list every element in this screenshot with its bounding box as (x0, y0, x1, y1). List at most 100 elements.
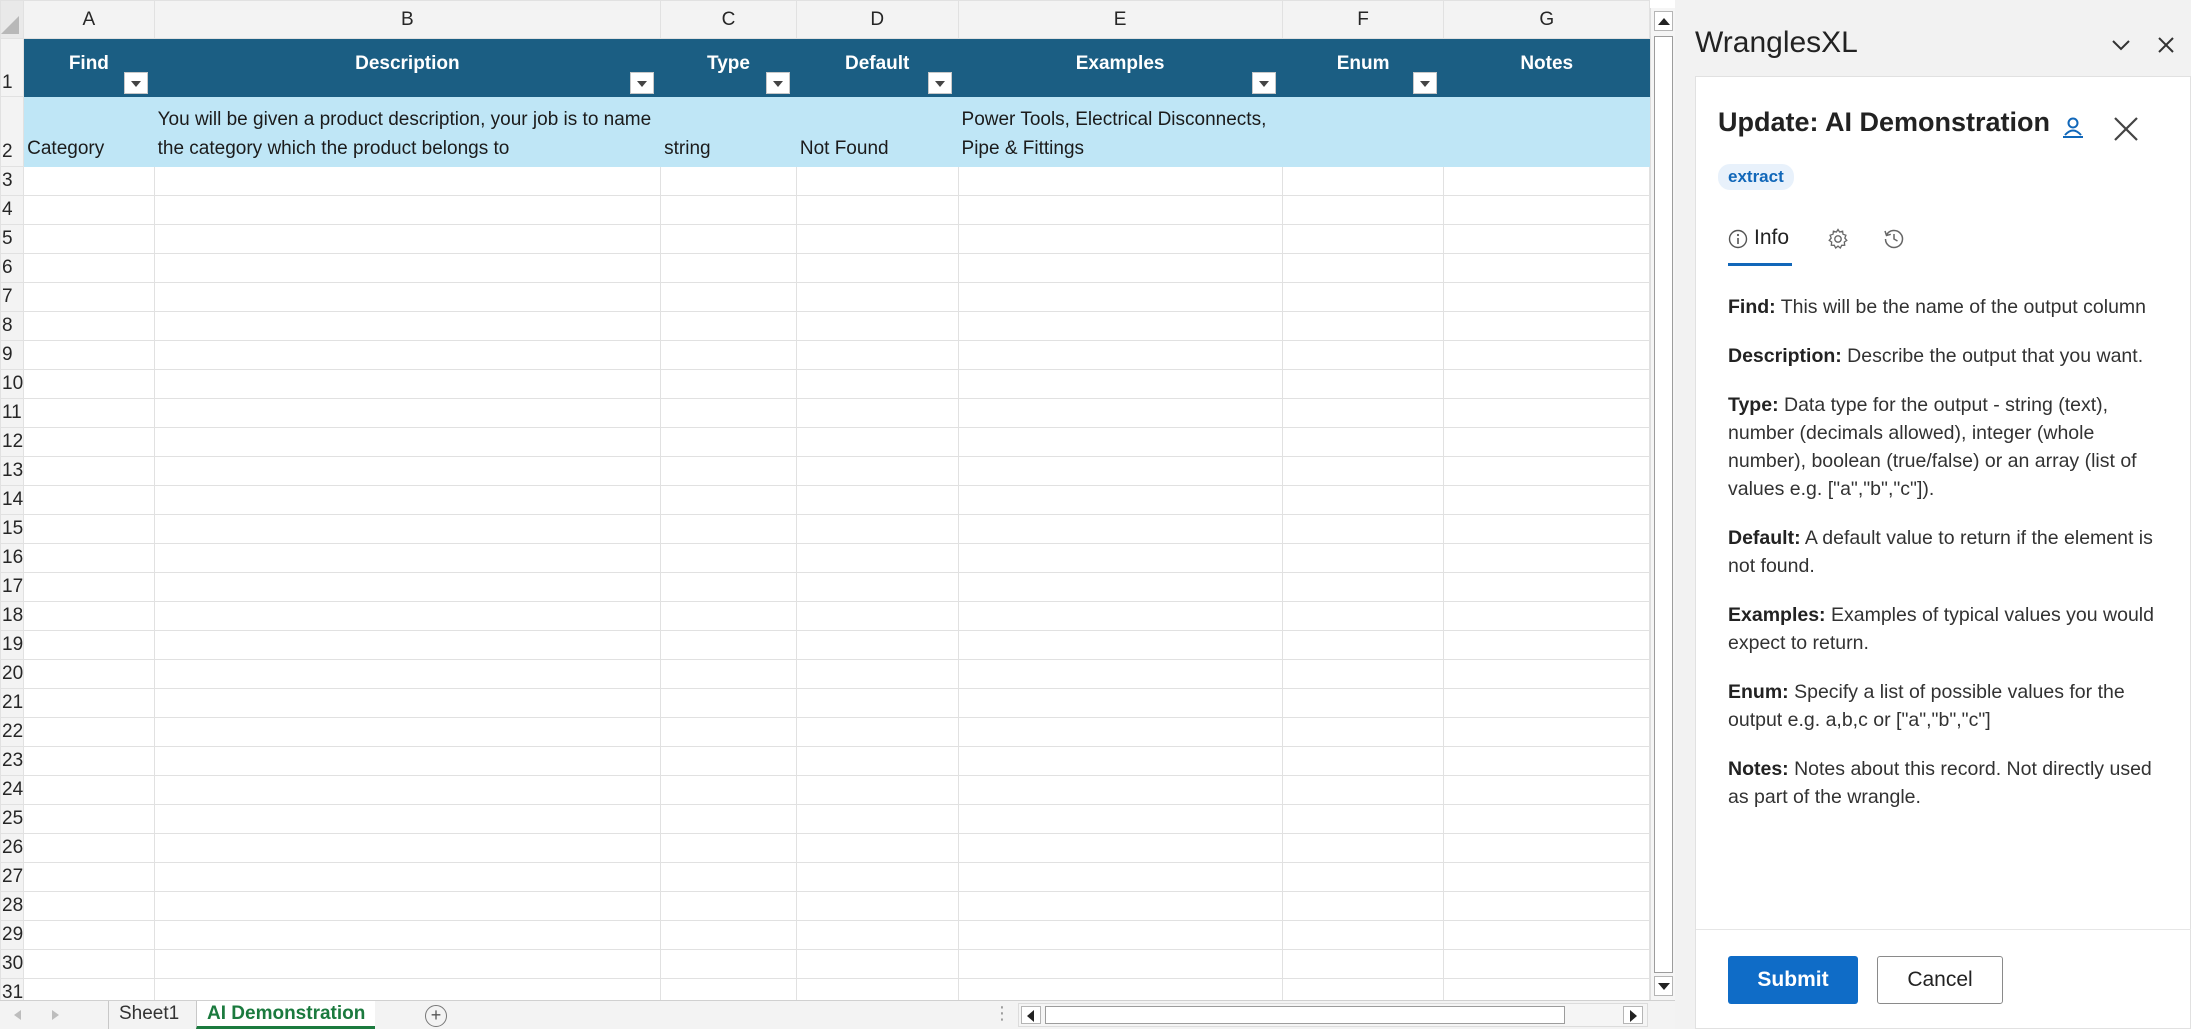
empty-cell[interactable] (1281, 543, 1445, 573)
row-header[interactable]: 28 (0, 891, 25, 921)
table-header-type[interactable]: Type (660, 38, 797, 97)
empty-cell[interactable] (957, 572, 1283, 602)
empty-cell[interactable] (957, 195, 1283, 225)
empty-cell[interactable] (660, 282, 797, 312)
cell-description[interactable]: You will be given a product description,… (153, 96, 662, 167)
empty-cell[interactable] (1281, 369, 1445, 399)
filter-dropdown-icon[interactable] (630, 72, 655, 94)
empty-cell[interactable] (23, 978, 155, 1000)
tab-info[interactable]: Info (1728, 222, 1792, 266)
empty-cell[interactable] (153, 804, 662, 834)
empty-cell[interactable] (957, 427, 1283, 457)
empty-cell[interactable] (1443, 398, 1650, 428)
empty-cell[interactable] (153, 253, 662, 283)
empty-cell[interactable] (957, 369, 1283, 399)
vertical-scrollbar[interactable] (1650, 8, 1675, 1000)
empty-cell[interactable] (957, 978, 1283, 1000)
empty-cell[interactable] (660, 311, 797, 341)
empty-cell[interactable] (660, 340, 797, 370)
empty-cell[interactable] (23, 340, 155, 370)
horizontal-scrollbar[interactable] (1018, 1003, 1648, 1027)
scroll-up-icon[interactable] (1654, 11, 1673, 31)
cell-notes[interactable] (1443, 96, 1650, 167)
scroll-left-icon[interactable] (1021, 1006, 1041, 1024)
empty-cell[interactable] (1281, 572, 1445, 602)
empty-cell[interactable] (1281, 688, 1445, 718)
empty-cell[interactable] (23, 311, 155, 341)
empty-cell[interactable] (153, 166, 662, 196)
empty-cell[interactable] (660, 485, 797, 515)
empty-cell[interactable] (957, 746, 1283, 776)
empty-cell[interactable] (957, 862, 1283, 892)
empty-cell[interactable] (795, 891, 959, 921)
row-header[interactable]: 10 (0, 369, 25, 399)
empty-cell[interactable] (957, 253, 1283, 283)
empty-cell[interactable] (23, 369, 155, 399)
row-header[interactable]: 24 (0, 775, 25, 805)
row-header[interactable]: 7 (0, 282, 25, 312)
add-sheet-icon[interactable]: + (425, 1005, 447, 1027)
empty-cell[interactable] (1443, 253, 1650, 283)
row-header[interactable]: 9 (0, 340, 25, 370)
empty-cell[interactable] (23, 572, 155, 602)
row-header[interactable]: 4 (0, 195, 25, 225)
empty-cell[interactable] (1443, 427, 1650, 457)
empty-cell[interactable] (23, 746, 155, 776)
empty-cell[interactable] (23, 862, 155, 892)
row-header[interactable]: 2 (0, 96, 25, 167)
empty-cell[interactable] (1443, 862, 1650, 892)
empty-cell[interactable] (1443, 775, 1650, 805)
empty-cell[interactable] (660, 920, 797, 950)
empty-cell[interactable] (23, 949, 155, 979)
empty-cell[interactable] (957, 340, 1283, 370)
table-header-default[interactable]: Default (795, 38, 959, 97)
empty-cell[interactable] (1281, 311, 1445, 341)
row-header[interactable]: 26 (0, 833, 25, 863)
empty-cell[interactable] (957, 543, 1283, 573)
empty-cell[interactable] (660, 427, 797, 457)
empty-cell[interactable] (23, 485, 155, 515)
empty-cell[interactable] (660, 862, 797, 892)
empty-cell[interactable] (660, 717, 797, 747)
sheet-tab-sheet1[interactable]: Sheet1 (108, 1001, 189, 1029)
table-header-find[interactable]: Find (23, 38, 155, 97)
scroll-right-icon[interactable] (1623, 1006, 1643, 1024)
column-header-e[interactable]: E (957, 0, 1283, 39)
empty-cell[interactable] (153, 775, 662, 805)
empty-cell[interactable] (153, 224, 662, 254)
empty-cell[interactable] (1281, 485, 1445, 515)
empty-cell[interactable] (660, 456, 797, 486)
empty-cell[interactable] (1443, 514, 1650, 544)
empty-cell[interactable] (1443, 340, 1650, 370)
empty-cell[interactable] (23, 630, 155, 660)
filter-dropdown-icon[interactable] (765, 72, 790, 94)
empty-cell[interactable] (23, 543, 155, 573)
empty-cell[interactable] (795, 775, 959, 805)
empty-cell[interactable] (660, 601, 797, 631)
empty-cell[interactable] (957, 630, 1283, 660)
select-all-corner[interactable] (0, 0, 25, 39)
empty-cell[interactable] (1443, 224, 1650, 254)
empty-cell[interactable] (1281, 717, 1445, 747)
empty-cell[interactable] (1281, 427, 1445, 457)
empty-cell[interactable] (660, 253, 797, 283)
empty-cell[interactable] (957, 717, 1283, 747)
empty-cell[interactable] (1443, 543, 1650, 573)
row-header[interactable]: 3 (0, 166, 25, 196)
horizontal-scroll-thumb[interactable] (1045, 1006, 1565, 1024)
empty-cell[interactable] (660, 949, 797, 979)
column-header-a[interactable]: A (23, 0, 155, 39)
empty-cell[interactable] (153, 630, 662, 660)
sheet-tab-ai-demonstration[interactable]: AI Demonstration (196, 1001, 376, 1029)
empty-cell[interactable] (795, 688, 959, 718)
empty-cell[interactable] (23, 833, 155, 863)
empty-cell[interactable] (153, 920, 662, 950)
empty-cell[interactable] (153, 543, 662, 573)
column-header-g[interactable]: G (1443, 0, 1650, 39)
empty-cell[interactable] (957, 485, 1283, 515)
empty-cell[interactable] (1281, 833, 1445, 863)
row-header[interactable]: 20 (0, 659, 25, 689)
empty-cell[interactable] (957, 891, 1283, 921)
empty-cell[interactable] (795, 833, 959, 863)
empty-cell[interactable] (660, 833, 797, 863)
